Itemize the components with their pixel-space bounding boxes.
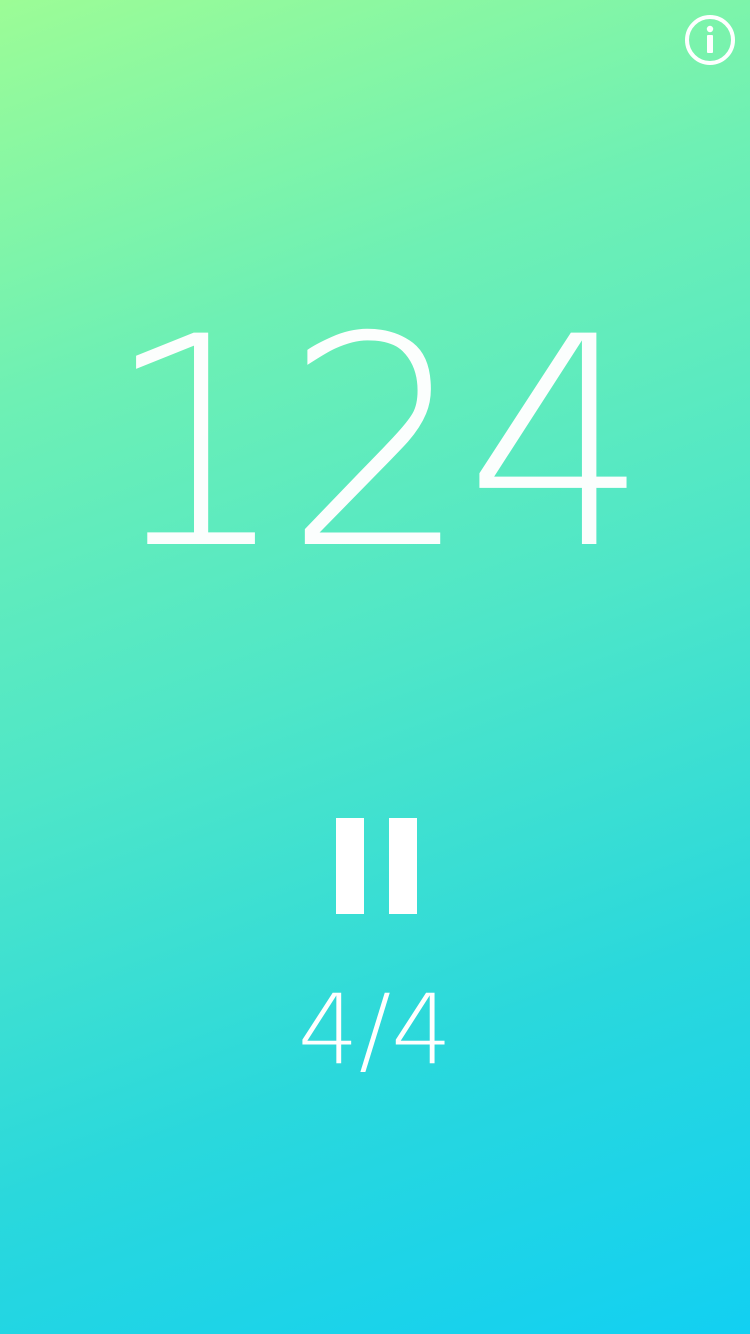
pause-button[interactable] bbox=[334, 818, 418, 914]
time-signature[interactable]: 4/4 bbox=[0, 982, 750, 1078]
pause-icon-bar-left bbox=[336, 818, 364, 914]
bpm-display[interactable]: 124 bbox=[0, 300, 750, 590]
info-circle-icon bbox=[685, 15, 735, 65]
pause-icon-bar-right bbox=[389, 818, 417, 914]
info-button[interactable] bbox=[684, 14, 736, 66]
